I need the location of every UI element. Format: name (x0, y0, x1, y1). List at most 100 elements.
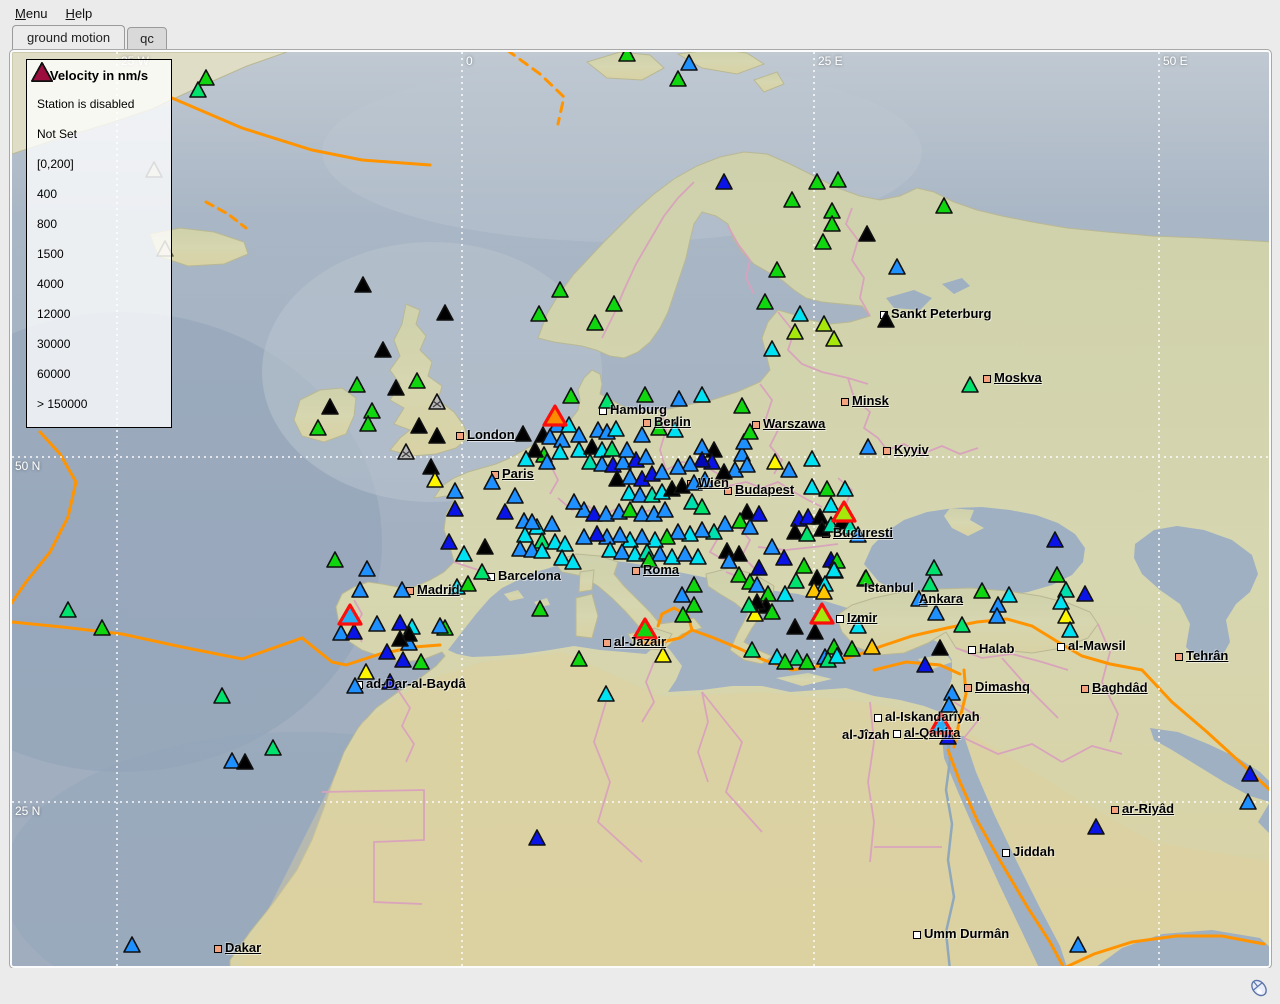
station-marker[interactable] (819, 481, 835, 496)
station-marker[interactable] (654, 464, 670, 479)
station-marker[interactable] (398, 444, 414, 459)
station-marker[interactable] (359, 561, 375, 576)
station-marker[interactable] (917, 657, 933, 672)
station-marker[interactable] (1088, 819, 1104, 834)
station-marker[interactable] (751, 506, 767, 521)
station-marker[interactable] (796, 558, 812, 573)
station-marker[interactable] (395, 652, 411, 667)
station-marker[interactable] (369, 616, 385, 631)
station-marker[interactable] (587, 315, 603, 330)
station-marker[interactable] (327, 552, 343, 567)
station-marker[interactable] (804, 479, 820, 494)
station-marker[interactable] (764, 539, 780, 554)
station-marker[interactable] (694, 387, 710, 402)
station-marker[interactable] (589, 526, 605, 541)
station-marker[interactable] (954, 617, 970, 632)
station-marker[interactable] (717, 516, 733, 531)
station-marker[interactable] (634, 529, 650, 544)
station-marker[interactable] (375, 342, 391, 357)
menu-item-help[interactable]: Help (57, 3, 102, 24)
station-marker[interactable] (456, 546, 472, 561)
station-marker[interactable] (388, 380, 404, 395)
station-marker[interactable] (237, 754, 253, 769)
station-marker[interactable] (477, 539, 493, 554)
station-marker[interactable] (844, 641, 860, 656)
station-marker[interactable] (622, 502, 638, 517)
station-marker[interactable] (767, 454, 783, 469)
menu-item-menu[interactable]: Menu (6, 3, 57, 24)
station-marker[interactable] (532, 601, 548, 616)
station-marker[interactable] (604, 441, 620, 456)
station-marker[interactable] (1058, 608, 1074, 623)
station-marker[interactable] (566, 494, 582, 509)
station-marker[interactable] (655, 647, 671, 662)
station-marker[interactable] (437, 305, 453, 320)
station-marker[interactable] (671, 391, 687, 406)
station-marker[interactable] (974, 583, 990, 598)
station-marker[interactable] (346, 624, 362, 639)
station-marker[interactable] (932, 640, 948, 655)
station-marker[interactable] (837, 481, 853, 496)
station-marker[interactable] (787, 619, 803, 634)
station-marker[interactable] (411, 418, 427, 433)
station-marker[interactable] (962, 377, 978, 392)
station-marker[interactable] (864, 639, 880, 654)
station-marker[interactable] (889, 259, 905, 274)
station-marker[interactable] (124, 937, 140, 952)
station-marker[interactable] (571, 651, 587, 666)
station-marker[interactable] (214, 688, 230, 703)
alert-station-marker[interactable] (339, 605, 361, 624)
station-marker[interactable] (926, 560, 942, 575)
station-marker[interactable] (608, 421, 624, 436)
station-marker[interactable] (936, 198, 952, 213)
tab-ground-motion[interactable]: ground motion (12, 25, 125, 50)
station-marker[interactable] (677, 546, 693, 561)
station-marker[interactable] (1070, 937, 1086, 952)
station-marker[interactable] (859, 226, 875, 241)
station-marker[interactable] (807, 624, 823, 639)
station-marker[interactable] (809, 174, 825, 189)
station-marker[interactable] (322, 399, 338, 414)
station-marker[interactable] (637, 387, 653, 402)
station-marker[interactable] (310, 420, 326, 435)
station-marker[interactable] (670, 71, 686, 86)
station-marker[interactable] (769, 262, 785, 277)
station-marker[interactable] (1240, 794, 1256, 809)
station-marker[interactable] (686, 577, 702, 592)
station-marker[interactable] (1062, 622, 1078, 637)
station-marker[interactable] (788, 573, 804, 588)
station-marker[interactable] (429, 394, 445, 409)
station-marker[interactable] (352, 582, 368, 597)
station-marker[interactable] (652, 546, 668, 561)
station-marker[interactable] (619, 52, 635, 61)
station-marker[interactable] (544, 516, 560, 531)
station-marker[interactable] (690, 549, 706, 564)
station-marker[interactable] (576, 529, 592, 544)
station-marker[interactable] (1049, 567, 1065, 582)
tab-qc[interactable]: qc (127, 27, 167, 50)
station-marker[interactable] (409, 373, 425, 388)
station-marker[interactable] (638, 449, 654, 464)
station-marker[interactable] (734, 398, 750, 413)
station-marker[interactable] (826, 331, 842, 346)
station-marker[interactable] (657, 502, 673, 517)
station-marker[interactable] (612, 527, 628, 542)
station-marker[interactable] (94, 620, 110, 635)
station-marker[interactable] (606, 296, 622, 311)
station-marker[interactable] (392, 615, 408, 630)
station-marker[interactable] (816, 316, 832, 331)
station-marker[interactable] (823, 497, 839, 512)
station-marker[interactable] (497, 504, 513, 519)
station-marker[interactable] (447, 483, 463, 498)
station-marker[interactable] (757, 294, 773, 309)
station-marker[interactable] (441, 534, 457, 549)
station-marker[interactable] (792, 306, 808, 321)
station-marker[interactable] (787, 324, 803, 339)
station-marker[interactable] (474, 564, 490, 579)
station-marker[interactable] (944, 685, 960, 700)
station-marker[interactable] (1077, 586, 1093, 601)
station-marker[interactable] (423, 459, 439, 474)
station-marker[interactable] (531, 306, 547, 321)
station-marker[interactable] (619, 442, 635, 457)
station-marker[interactable] (670, 524, 686, 539)
